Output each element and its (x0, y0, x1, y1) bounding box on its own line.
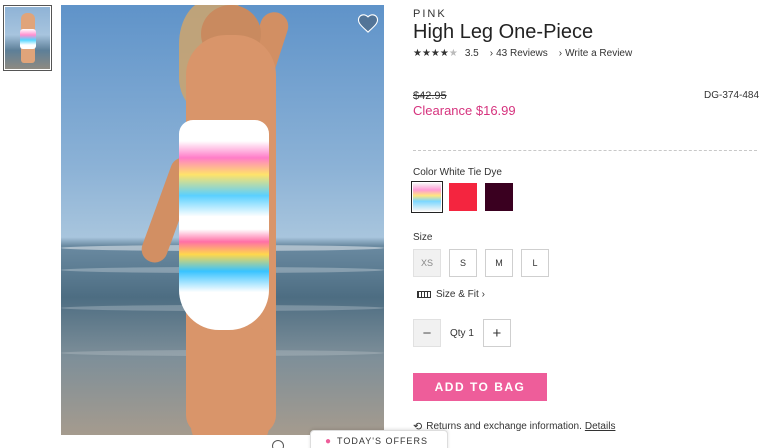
chevron-right-icon: › (489, 48, 494, 59)
product-title: High Leg One-Piece (413, 21, 594, 43)
size-options: XS S M L (413, 249, 549, 277)
thumbnail-image (5, 7, 50, 69)
product-thumbnail[interactable] (3, 5, 52, 71)
write-review-link[interactable]: › Write a Review (559, 48, 632, 59)
offers-tab-label: TODAY'S OFFERS (337, 436, 428, 446)
chevron-right-icon: › (558, 48, 563, 59)
returns-text: Returns and exchange information. (426, 421, 582, 432)
quantity-value: Qty 1 (450, 327, 474, 339)
chevron-right-icon: › (481, 289, 485, 300)
returns-details-link[interactable]: Details (585, 421, 616, 432)
model-leg (191, 325, 231, 435)
size-fit-link[interactable]: Size & Fit › (417, 289, 485, 300)
rating-value: 3.5 (464, 48, 479, 59)
product-main-image (61, 5, 384, 435)
swatch-red[interactable] (449, 183, 477, 211)
star-rating: ★★★★★ (413, 48, 458, 59)
tag-icon: ● (325, 435, 333, 447)
divider (413, 150, 757, 151)
size-fit-label: Size & Fit (436, 289, 479, 300)
wishlist-heart-button[interactable] (355, 10, 381, 36)
size-l-button[interactable]: L (521, 249, 549, 277)
original-price: $42.95 (413, 90, 447, 102)
swatch-white-tie-dye[interactable] (411, 181, 443, 213)
size-m-button[interactable]: M (485, 249, 513, 277)
quantity-increase-button[interactable]: + (482, 319, 511, 347)
heart-icon (357, 14, 379, 33)
thumbnail-swimsuit (20, 29, 36, 49)
clearance-price: Clearance $16.99 (413, 103, 516, 118)
model-leg (229, 325, 269, 435)
size-label: Size (413, 232, 433, 243)
color-swatches (411, 181, 513, 213)
reviews-link-label: 43 Reviews (496, 48, 548, 59)
rating-row: ★★★★★ 3.5 › 43 Reviews › Write a Review (413, 48, 632, 59)
empty-star: ★ (448, 48, 458, 59)
todays-offers-tab[interactable]: ● TODAY'S OFFERS (310, 430, 448, 448)
zoom-icon[interactable] (272, 440, 284, 448)
half-star: ★ (439, 48, 449, 59)
color-label: Color White Tie Dye (413, 167, 502, 178)
add-to-bag-button[interactable]: ADD TO BAG (413, 373, 547, 401)
swimsuit (179, 120, 269, 330)
ruler-icon (417, 291, 431, 298)
reviews-link[interactable]: › 43 Reviews (490, 48, 548, 59)
size-s-button[interactable]: S (449, 249, 477, 277)
quantity-decrease-button[interactable]: − (413, 319, 441, 347)
swatch-burgundy[interactable] (485, 183, 513, 211)
quantity-stepper: − Qty 1 + (413, 319, 511, 347)
filled-stars: ★★★ (413, 48, 440, 59)
product-sku: DG-374-484 (704, 90, 760, 101)
brand-label: PINK (413, 8, 447, 20)
write-review-label: Write a Review (565, 48, 633, 59)
size-xs-button[interactable]: XS (413, 249, 441, 277)
